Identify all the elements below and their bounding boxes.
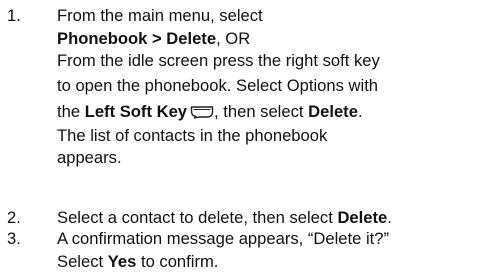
step-text: Select a contact to delete, then select …: [57, 207, 482, 230]
step-line: From the idle screen press the right sof…: [57, 50, 482, 73]
step-text: From the main menu, select Phonebook > D…: [57, 5, 482, 170]
step-line: Phonebook > Delete, OR: [57, 28, 482, 51]
instruction-list: 1. From the main menu, select Phonebook …: [0, 0, 485, 271]
step-text: A confirmation message appears, “Delete …: [57, 228, 482, 273]
step-line: The list of contacts in the phonebook: [57, 125, 482, 148]
step-number: 1.: [7, 5, 21, 28]
option-name: Yes: [108, 252, 137, 271]
action-name: Delete: [337, 208, 387, 227]
step-line: From the main menu, select: [57, 5, 482, 28]
step-line: A confirmation message appears, “Delete …: [57, 228, 482, 251]
left-soft-key-icon: [190, 101, 214, 127]
menu-path: Phonebook > Delete: [57, 29, 216, 48]
step-line: Select a contact to delete, then select …: [57, 207, 482, 230]
step-line: the Left Soft Key, then select Delete.: [57, 99, 482, 125]
step-number: 2.: [7, 207, 21, 230]
key-name: Left Soft Key: [85, 102, 187, 121]
step-line: appears.: [57, 147, 482, 170]
step-line: to open the phonebook. Select Options wi…: [57, 73, 482, 99]
action-name: Delete: [308, 102, 358, 121]
step-number: 3.: [7, 228, 21, 251]
step-line: Select Yes to confirm.: [57, 251, 482, 273]
